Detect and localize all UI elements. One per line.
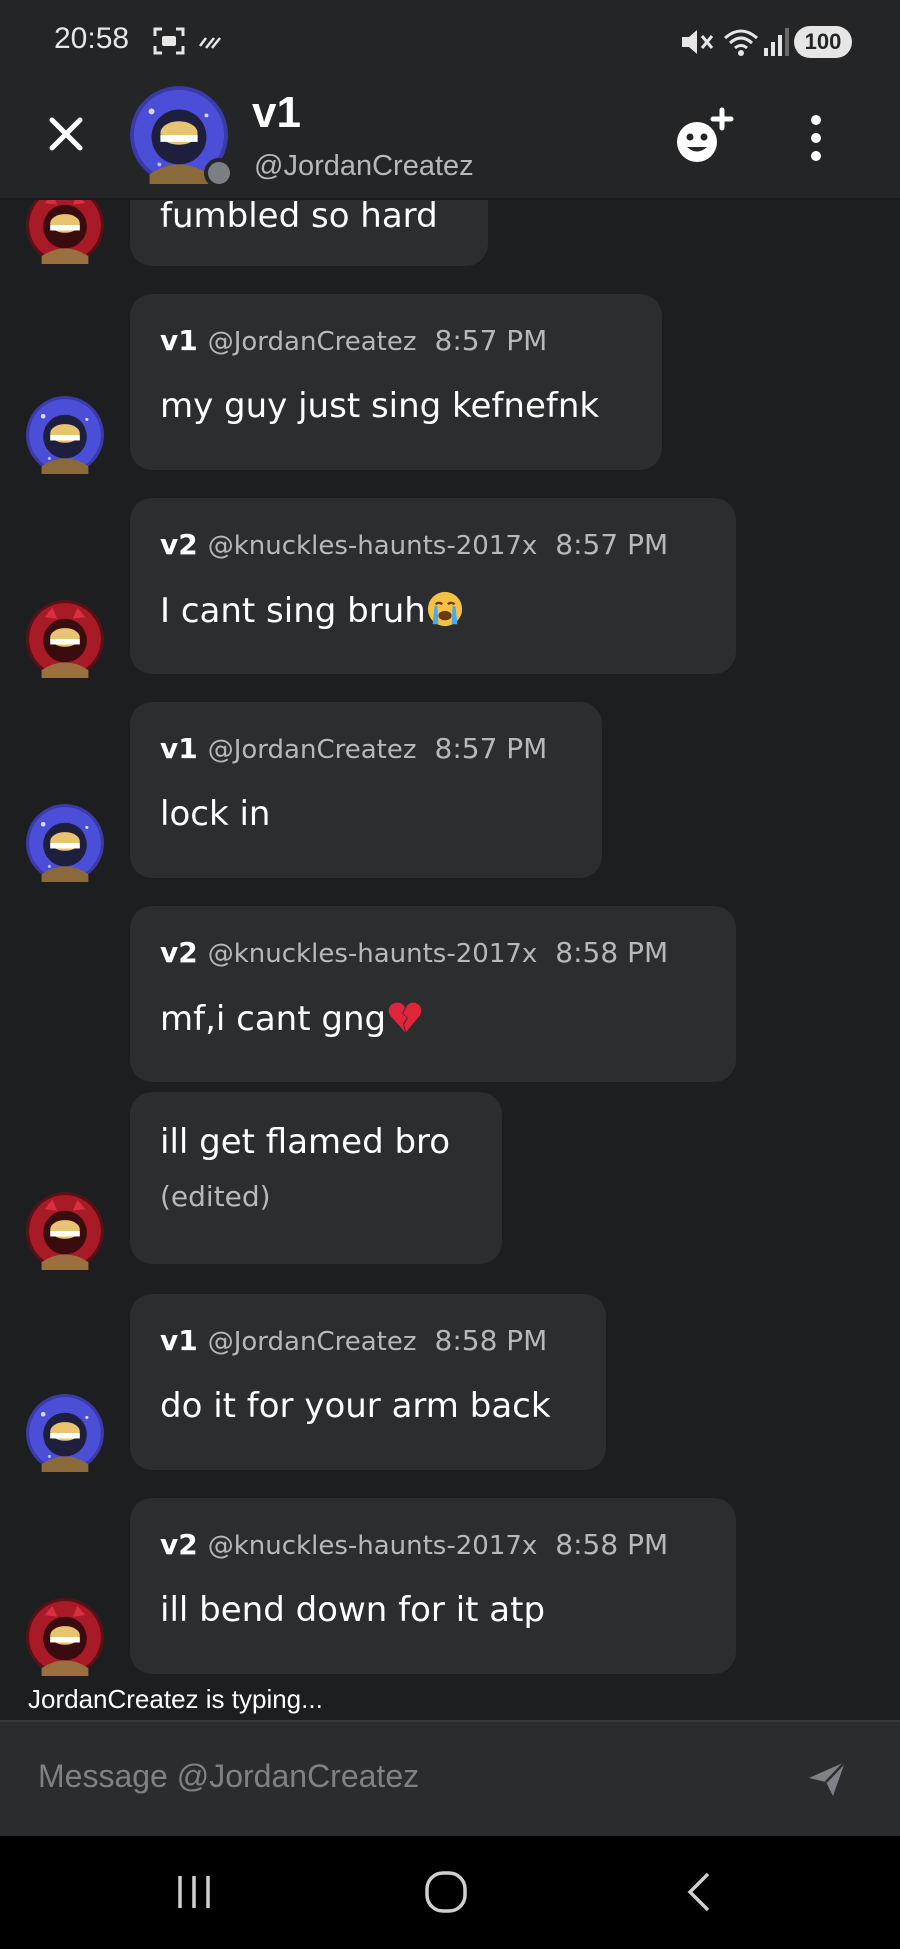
author-name[interactable]: v2: [160, 528, 198, 561]
message-bubble: v1 @JordanCreatez 8:58 PM do it for your a…: [130, 1294, 606, 1470]
broken-heart-emoji-icon: [388, 1002, 422, 1033]
timestamp: 8:58 PM: [555, 936, 669, 969]
message-text: my guy just sing kefnefnk: [160, 386, 600, 426]
typing-indicator-text: JordanCreatez is typing...: [28, 1684, 323, 1714]
page-title[interactable]: v1: [252, 88, 301, 138]
presence-status-dot: [204, 158, 234, 188]
message-text: ill get flamed bro: [160, 1122, 451, 1162]
message-text: fumbled so hard: [160, 200, 438, 236]
message-text: do it for your arm back: [160, 1386, 551, 1426]
message-text: I cant sing bruh: [160, 591, 426, 631]
message-bubble: v1 @JordanCreatez 8:57 PM lock in: [130, 702, 602, 878]
author-handle: @JordanCreatez: [207, 735, 417, 765]
message-bubble: ill get flamed bro (edited): [130, 1092, 502, 1264]
author-name[interactable]: v1: [160, 732, 198, 765]
chat-header: v1 @JordanCreatez: [0, 86, 900, 200]
loudly-crying-emoji-icon: [427, 591, 462, 627]
avatar[interactable]: [26, 1598, 104, 1676]
author-handle: @JordanCreatez: [207, 1327, 417, 1357]
message-list[interactable]: fumbled so hard v1 @JordanCreatez 8:57 PM …: [0, 200, 900, 1684]
avatar[interactable]: [26, 804, 104, 882]
avatar[interactable]: [26, 1394, 104, 1472]
message-text: lock in: [160, 794, 271, 834]
add-friend-icon[interactable]: [672, 106, 734, 168]
author-name[interactable]: v1: [160, 1324, 198, 1357]
wifi-icon: [724, 29, 758, 56]
message-input[interactable]: Message @JordanCreatez: [38, 1758, 419, 1795]
author-name[interactable]: v1: [160, 324, 198, 357]
screenshot-icon: [153, 27, 185, 55]
recent-apps-icon[interactable]: [168, 1866, 220, 1918]
back-icon[interactable]: [674, 1866, 726, 1918]
close-icon[interactable]: [44, 112, 88, 156]
send-icon[interactable]: [806, 1758, 848, 1800]
message-bubble: v2 @knuckles-haunts-2017x 8:57 PM I cant s…: [130, 498, 736, 674]
message-composer: Message @JordanCreatez: [0, 1720, 900, 1838]
timestamp: 8:57 PM: [434, 732, 548, 765]
battery-indicator: 100: [794, 26, 852, 58]
message-bubble: v2 @knuckles-haunts-2017x 8:58 PM mf,i can…: [130, 906, 736, 1082]
signal-waves-icon: [199, 37, 221, 49]
message-bubble: fumbled so hard: [130, 200, 488, 266]
author-name[interactable]: v2: [160, 1528, 198, 1561]
mute-icon: [682, 30, 714, 54]
avatar[interactable]: [26, 200, 104, 264]
edited-label: (edited): [160, 1180, 271, 1213]
timestamp: 8:57 PM: [555, 528, 669, 561]
cell-signal-icon: [764, 28, 789, 56]
status-bar: 20:58 100: [0, 0, 900, 86]
more-vertical-icon[interactable]: [800, 108, 832, 168]
message-bubble: v1 @JordanCreatez 8:57 PM my guy just sing…: [130, 294, 662, 470]
avatar[interactable]: [26, 1192, 104, 1270]
typing-indicator: JordanCreatez is typing...: [0, 1684, 900, 1718]
message-text: ill bend down for it atp: [160, 1590, 546, 1630]
author-name[interactable]: v2: [160, 936, 198, 969]
author-handle: @JordanCreatez: [207, 327, 417, 357]
message-text: mf,i cant gng: [160, 999, 387, 1039]
home-icon[interactable]: [420, 1866, 472, 1918]
message-bubble: v2 @knuckles-haunts-2017x 8:58 PM ill bend…: [130, 1498, 736, 1674]
author-handle: @knuckles-haunts-2017x: [207, 1531, 538, 1561]
timestamp: 8:57 PM: [434, 324, 548, 357]
timestamp: 8:58 PM: [434, 1324, 548, 1357]
system-nav-bar: [0, 1836, 900, 1949]
timestamp: 8:58 PM: [555, 1528, 669, 1561]
author-handle: @knuckles-haunts-2017x: [207, 939, 538, 969]
status-time: 20:58: [54, 22, 130, 55]
header-handle: @JordanCreatez: [254, 150, 474, 182]
avatar[interactable]: [26, 396, 104, 474]
avatar[interactable]: [26, 600, 104, 678]
author-handle: @knuckles-haunts-2017x: [207, 531, 538, 561]
